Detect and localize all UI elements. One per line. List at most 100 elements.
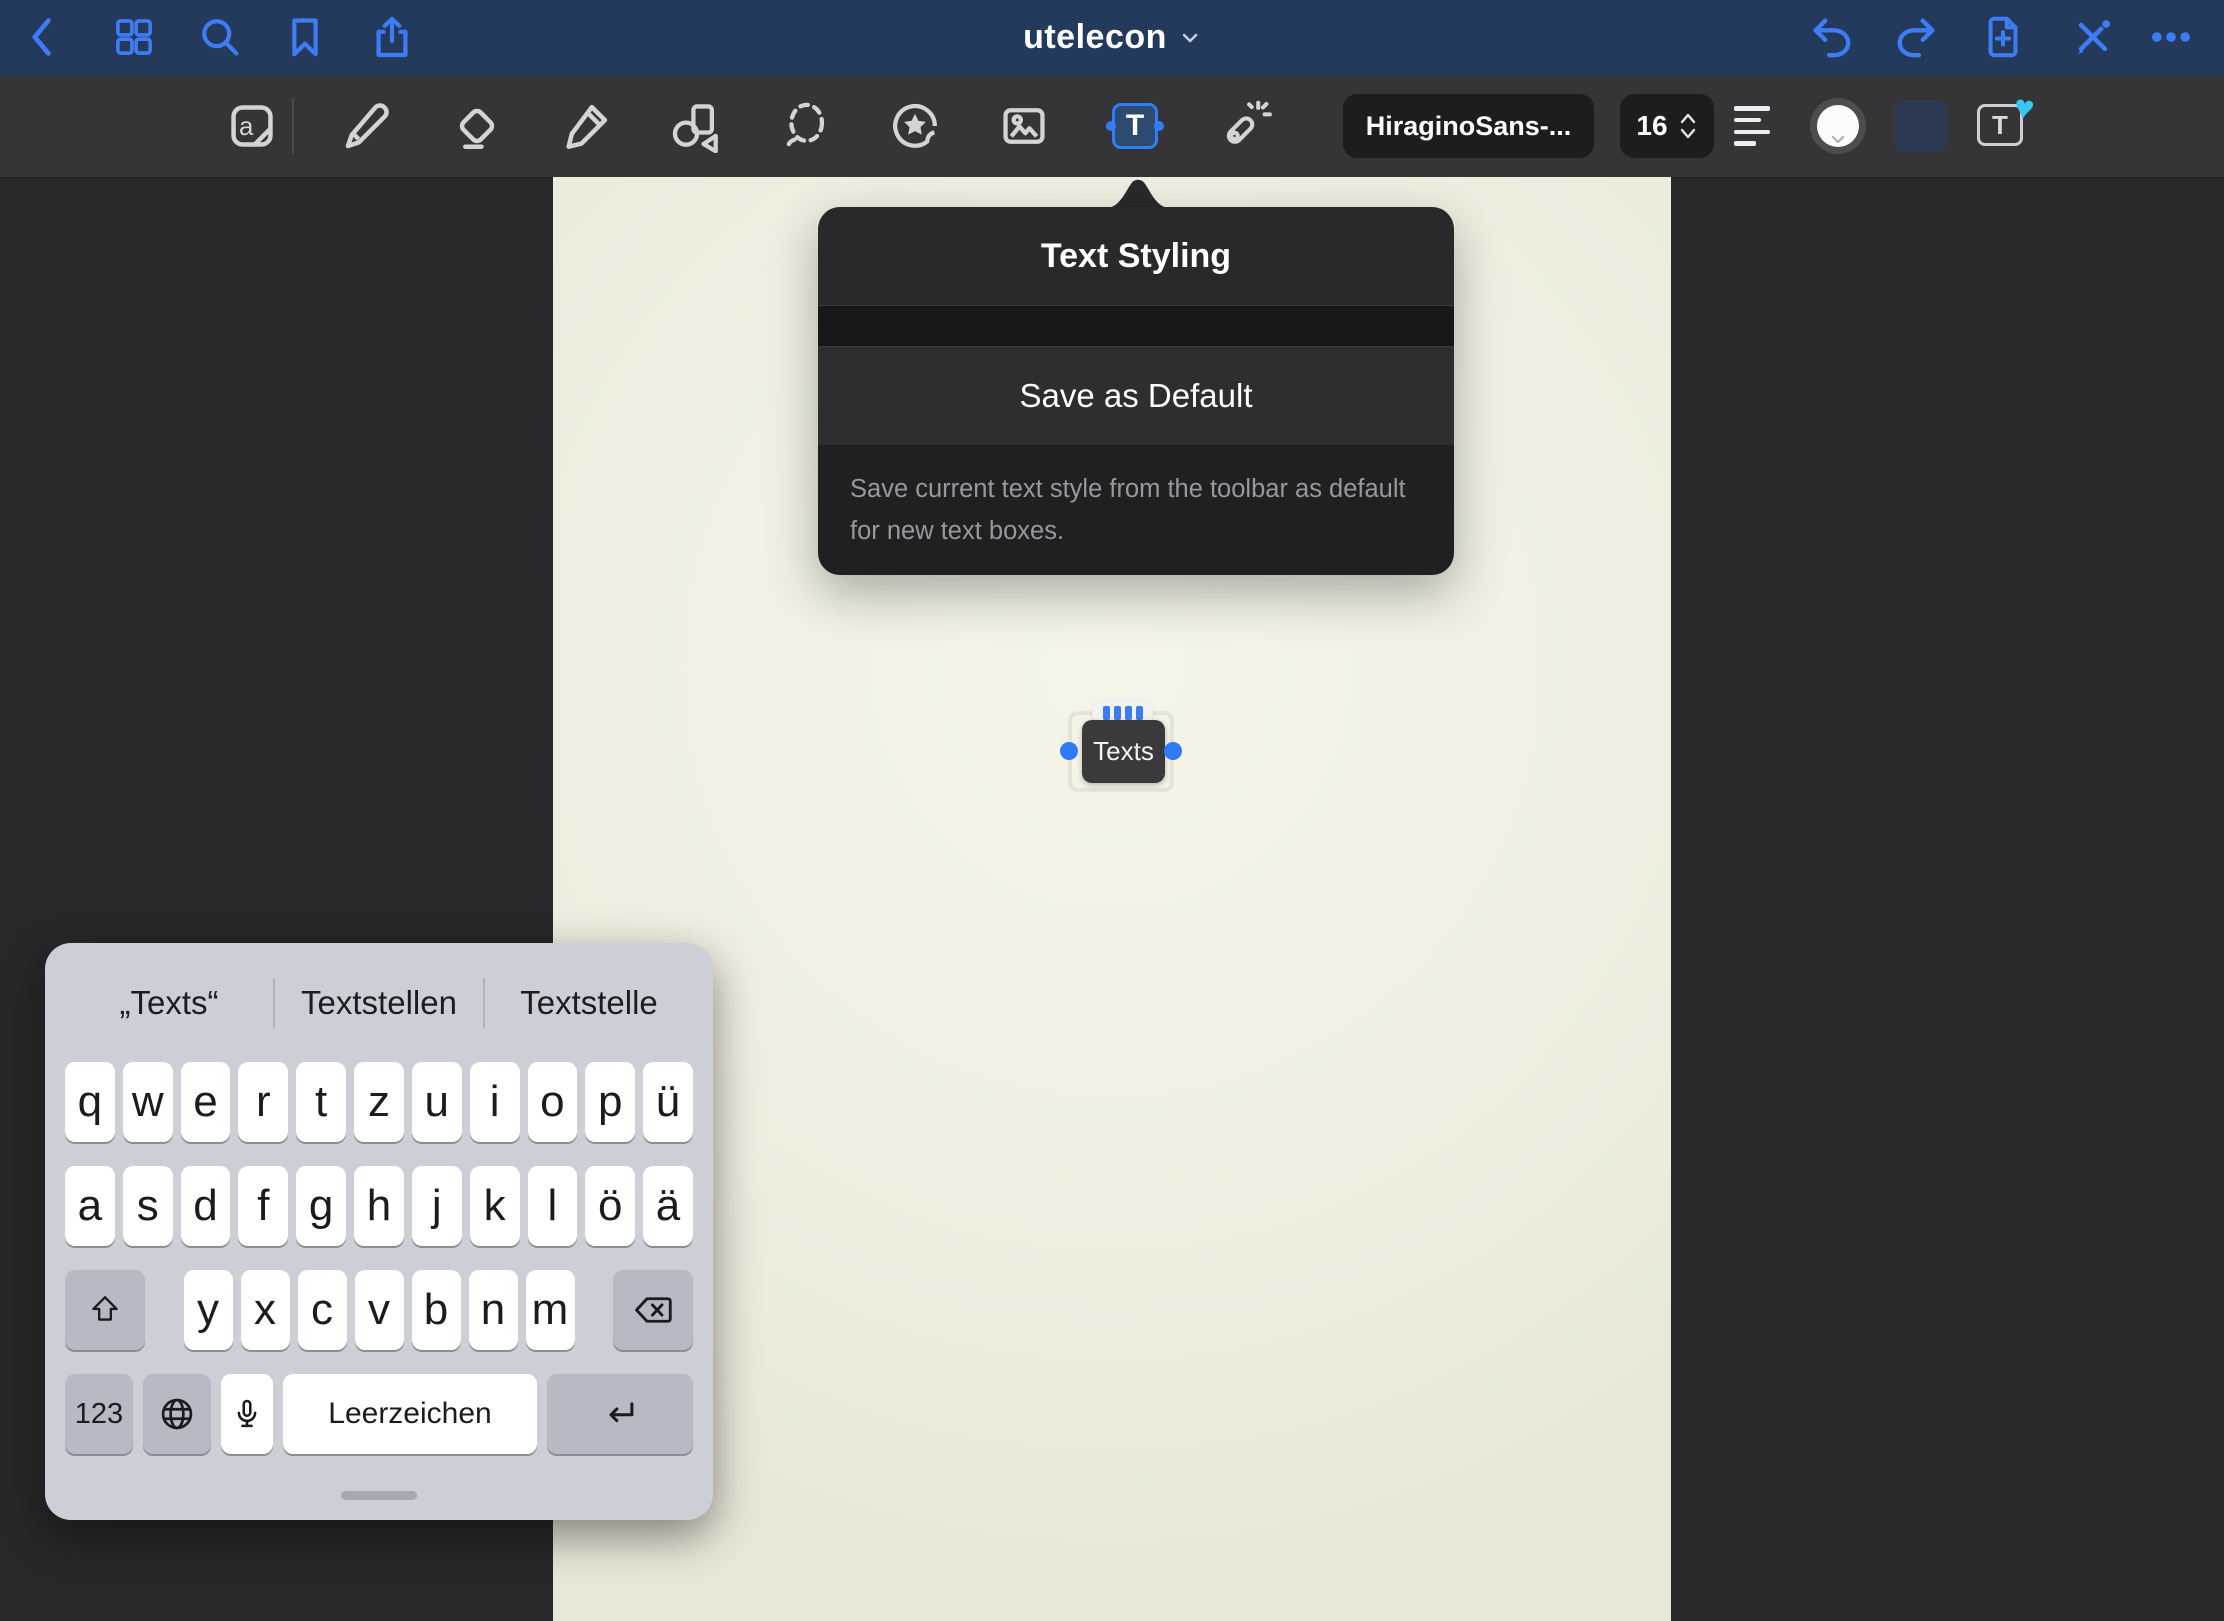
key-t[interactable]: t <box>296 1062 346 1142</box>
align-line <box>1734 130 1770 135</box>
globe-key[interactable] <box>143 1374 211 1454</box>
highlighter-tool[interactable] <box>556 96 616 156</box>
key-u[interactable]: u <box>412 1062 462 1142</box>
elements-star-icon <box>888 99 942 153</box>
return-key[interactable] <box>547 1374 693 1454</box>
add-page-button[interactable] <box>1979 13 2027 61</box>
back-button[interactable] <box>19 13 67 61</box>
undo-button[interactable] <box>1807 13 1855 61</box>
background-color-swatch[interactable] <box>1895 100 1947 152</box>
text-tool-selected[interactable]: T <box>1112 103 1158 149</box>
shapes-icon <box>668 99 722 153</box>
shift-key[interactable] <box>65 1270 145 1350</box>
font-family-button[interactable]: HiraginoSans-... <box>1343 94 1594 158</box>
pen-tool[interactable] <box>336 96 396 156</box>
key-w[interactable]: w <box>123 1062 173 1142</box>
save-as-default-button[interactable]: Save as Default <box>818 347 1454 445</box>
key-m[interactable]: m <box>526 1270 575 1350</box>
key-b[interactable]: b <box>412 1270 461 1350</box>
key-j[interactable]: j <box>412 1166 462 1246</box>
keyboard-row-1: qwertzuiopü <box>65 1062 693 1142</box>
key-a[interactable]: a <box>65 1166 115 1246</box>
key-i[interactable]: i <box>470 1062 520 1142</box>
text-box-content[interactable]: Texts <box>1082 720 1165 783</box>
popup-description-section: Save current text style from the toolbar… <box>818 445 1454 575</box>
key-r[interactable]: r <box>238 1062 288 1142</box>
popup-header: Text Styling <box>818 207 1454 305</box>
share-icon <box>369 14 415 60</box>
share-button[interactable] <box>368 13 416 61</box>
pen-mode-toggle-icon <box>2071 15 2115 59</box>
stepper-chevrons-icon <box>1678 110 1698 142</box>
key-n[interactable]: n <box>469 1270 518 1350</box>
image-tool[interactable] <box>994 96 1054 156</box>
keyboard-drag-handle[interactable] <box>341 1491 417 1500</box>
text-align-button[interactable] <box>1734 106 1790 146</box>
bookmark-icon <box>283 15 327 59</box>
laser-pointer-icon <box>1216 98 1272 154</box>
elements-tool[interactable] <box>885 96 945 156</box>
key-e[interactable]: e <box>181 1062 231 1142</box>
align-line <box>1734 106 1770 111</box>
page-title: utelecon <box>1023 18 1167 57</box>
key-z[interactable]: z <box>354 1062 404 1142</box>
key-g[interactable]: g <box>296 1166 346 1246</box>
redo-icon <box>1894 14 1940 60</box>
key-v[interactable]: v <box>355 1270 404 1350</box>
laser-pointer-tool[interactable] <box>1214 96 1274 156</box>
highlighter-icon <box>559 99 613 153</box>
key-ü[interactable]: ü <box>643 1062 693 1142</box>
space-key[interactable]: Leerzeichen <box>283 1374 537 1454</box>
key-ä[interactable]: ä <box>643 1166 693 1246</box>
add-page-icon <box>1980 14 2026 60</box>
key-o[interactable]: o <box>528 1062 578 1142</box>
more-options-button[interactable] <box>2147 13 2195 61</box>
key-y[interactable]: y <box>184 1270 233 1350</box>
lasso-tool[interactable] <box>776 96 836 156</box>
font-size-stepper[interactable]: 16 <box>1620 94 1714 158</box>
selection-handle-left[interactable] <box>1060 742 1078 760</box>
search-button[interactable] <box>196 13 244 61</box>
shapes-tool[interactable] <box>665 96 725 156</box>
bookmark-button[interactable] <box>281 13 329 61</box>
dictation-key[interactable] <box>221 1374 273 1454</box>
drag-bar <box>1136 706 1143 720</box>
key-c[interactable]: c <box>298 1270 347 1350</box>
microphone-icon <box>230 1396 264 1432</box>
page-thumbnails-button[interactable] <box>110 13 158 61</box>
suggestion-3[interactable]: Textstelle <box>485 984 693 1022</box>
keyboard-row-3: yxcvbnm <box>65 1270 693 1350</box>
selection-handle-right[interactable] <box>1164 742 1182 760</box>
favorite-text-style-button[interactable]: T ♥ <box>1977 104 2023 146</box>
globe-icon <box>158 1395 196 1433</box>
pen-mode-toggle-button[interactable] <box>2069 13 2117 61</box>
suggestion-2[interactable]: Textstellen <box>275 984 483 1022</box>
key-l[interactable]: l <box>528 1166 578 1246</box>
svg-text:a: a <box>239 113 254 141</box>
keyboard-row-4: 123 Leerzeichen <box>65 1374 693 1454</box>
key-s[interactable]: s <box>123 1166 173 1246</box>
lasso-icon <box>779 99 833 153</box>
document-title-menu[interactable]: utelecon <box>1023 0 1201 75</box>
key-ö[interactable]: ö <box>585 1166 635 1246</box>
drag-bar <box>1103 706 1110 720</box>
tools-toolbar: a <box>0 75 2224 178</box>
chevron-down-icon <box>1179 27 1201 49</box>
numbers-key[interactable]: 123 <box>65 1374 133 1454</box>
eraser-icon <box>450 99 504 153</box>
key-q[interactable]: q <box>65 1062 115 1142</box>
floating-keyboard: „Texts“TextstellenTextstelle qwertzuiopü… <box>45 943 713 1520</box>
read-mode-tool[interactable]: a <box>222 96 282 156</box>
key-h[interactable]: h <box>354 1166 404 1246</box>
eraser-tool[interactable] <box>447 96 507 156</box>
suggestion-1[interactable]: „Texts“ <box>65 984 273 1022</box>
backspace-key[interactable] <box>613 1270 693 1350</box>
key-f[interactable]: f <box>238 1166 288 1246</box>
key-d[interactable]: d <box>181 1166 231 1246</box>
key-k[interactable]: k <box>470 1166 520 1246</box>
redo-button[interactable] <box>1893 13 1941 61</box>
shift-icon <box>87 1292 123 1328</box>
text-color-picker[interactable] <box>1810 98 1866 154</box>
key-p[interactable]: p <box>585 1062 635 1142</box>
key-x[interactable]: x <box>241 1270 290 1350</box>
